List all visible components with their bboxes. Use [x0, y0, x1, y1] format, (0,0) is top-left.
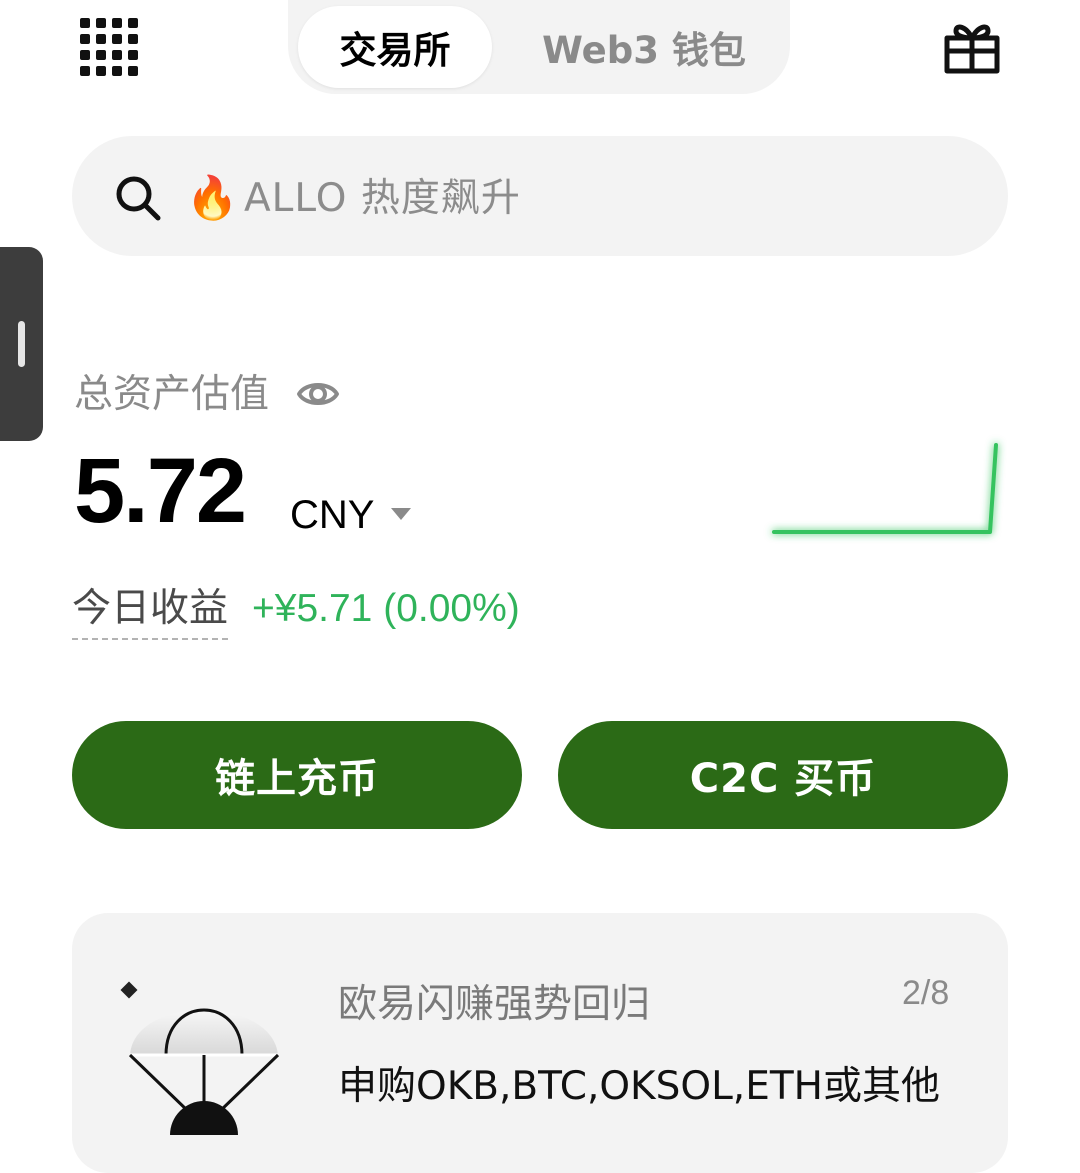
caret-down-icon[interactable]	[390, 506, 412, 522]
search-placeholder[interactable]: ALLO 热度飙升	[244, 170, 521, 228]
tab-web3-wallet[interactable]: Web3 钱包	[510, 6, 778, 88]
today-pnl-label[interactable]: 今日收益	[72, 582, 229, 640]
tab-exchange[interactable]: 交易所	[298, 6, 492, 88]
parachute-icon	[120, 981, 280, 1135]
assets-sparkline	[772, 443, 998, 534]
promo-page-counter: 2/8	[902, 974, 950, 1012]
total-assets-label: 总资产估值	[74, 372, 270, 417]
drag-grip-icon	[18, 321, 25, 367]
fire-icon: 🔥	[186, 173, 239, 222]
promo-title: 欧易闪赚强势回归	[338, 982, 651, 1027]
grid-menu-icon[interactable]	[80, 18, 138, 76]
search-icon	[116, 176, 161, 221]
promo-body: 申购OKB,BTC,OKSOL,ETH或其他	[338, 1064, 940, 1109]
today-pnl-value: +¥5.71 (0.00%)	[252, 587, 520, 630]
gift-icon[interactable]	[944, 18, 1000, 74]
currency-selector[interactable]: CNY	[290, 490, 374, 540]
onchain-deposit-button[interactable]: 链上充币	[72, 721, 522, 829]
c2c-buy-button[interactable]: C2C 买币	[558, 721, 1008, 829]
eye-icon[interactable]	[296, 374, 340, 414]
total-assets-value: 5.72	[74, 440, 247, 542]
